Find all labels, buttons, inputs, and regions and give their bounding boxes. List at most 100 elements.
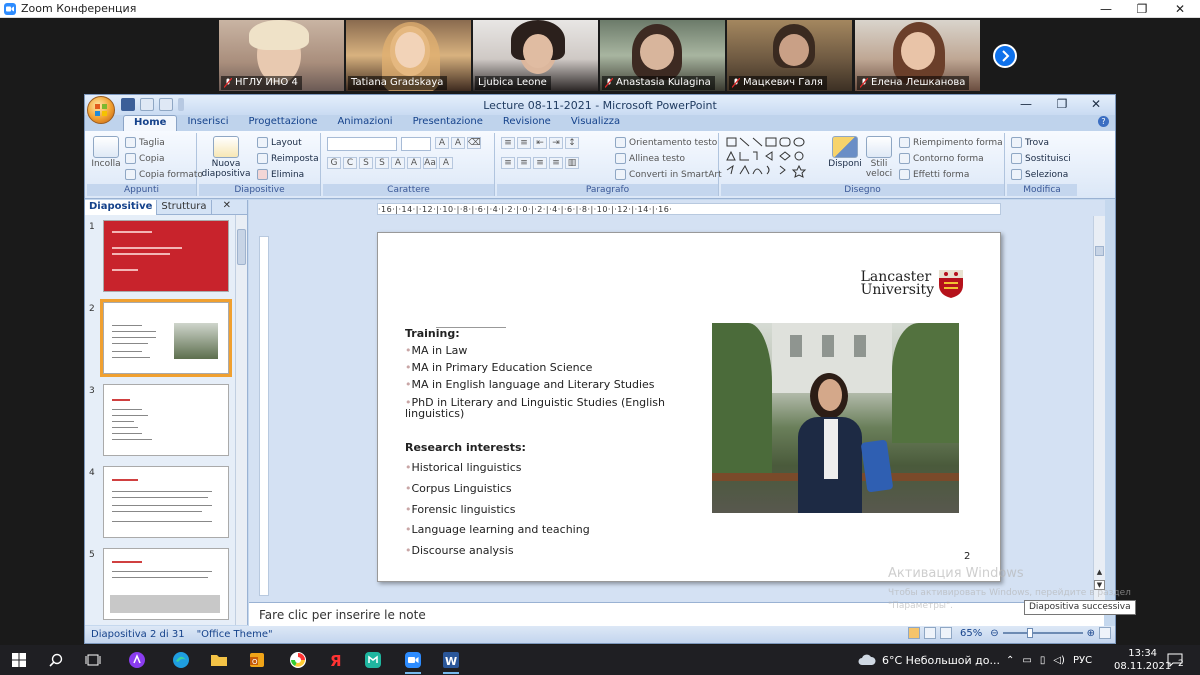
format-painter-button[interactable]: Copia formato — [125, 169, 203, 180]
shape-outline-button[interactable]: Contorno forma — [899, 153, 984, 164]
slide-thumbnail-3[interactable] — [103, 384, 229, 456]
slideshow-icon[interactable] — [939, 627, 952, 639]
tab-revisione[interactable]: Revisione — [493, 115, 561, 131]
slide-thumbnail-4[interactable] — [103, 466, 229, 538]
align-buttons[interactable]: ≡ ≡ ≡ ≡ ▥ — [501, 157, 581, 169]
slide-editor-scrollbar[interactable]: ▲ ▼ — [1093, 216, 1105, 602]
tab-inserisci[interactable]: Inserisci — [177, 115, 238, 131]
layout-button[interactable]: Layout — [257, 137, 302, 148]
list-buttons[interactable]: ≡ ≡ ⇤ ⇥ ↕ — [501, 137, 581, 149]
tab-struttura[interactable]: Struttura — [157, 200, 212, 215]
tab-home[interactable]: Home — [123, 115, 178, 131]
tab-diapositive[interactable]: Diapositive — [85, 200, 158, 215]
copy-button[interactable]: Copia — [125, 153, 165, 164]
zoom-out-icon[interactable]: ⊖ — [990, 628, 998, 639]
close-panel-icon[interactable]: ✕ — [223, 200, 231, 211]
outlook-button[interactable]: O — [246, 649, 268, 671]
task-view-button[interactable] — [82, 649, 104, 671]
panel-tabs: Diapositive Struttura ✕ — [85, 200, 247, 215]
font-size-buttons[interactable]: A A ⌫ — [435, 137, 483, 149]
network-icon[interactable]: ▭ — [1022, 655, 1031, 666]
tab-visualizza[interactable]: Visualizza — [561, 115, 630, 131]
find-button[interactable]: Trova — [1011, 137, 1049, 148]
start-button[interactable] — [8, 649, 30, 671]
ppt-restore-button[interactable]: ❐ — [1047, 97, 1077, 113]
minimize-button[interactable]: — — [1086, 0, 1126, 18]
yandex-icon: Я — [330, 652, 342, 668]
tab-progettazione[interactable]: Progettazione — [238, 115, 327, 131]
training-item: •MA in English language and Literary Stu… — [405, 378, 655, 391]
font-name-select[interactable] — [327, 137, 397, 151]
select-button[interactable]: Seleziona — [1011, 169, 1068, 180]
paste-button[interactable]: Incolla — [91, 136, 121, 169]
file-explorer-button[interactable] — [208, 649, 230, 671]
slide-thumbnail-2[interactable] — [100, 299, 232, 377]
chevron-up-icon[interactable]: ⌃ — [1006, 655, 1014, 666]
save-icon[interactable] — [121, 98, 135, 111]
fit-to-window-icon[interactable] — [1099, 627, 1111, 639]
slides-panel: Diapositive Struttura ✕ 1 2 3 4 5 — [85, 200, 248, 625]
next-participants-button[interactable] — [993, 44, 1017, 68]
ppt-minimize-button[interactable]: — — [1011, 97, 1041, 113]
notification-center-button[interactable]: 2 — [1167, 645, 1184, 675]
arrange-button[interactable]: Disponi — [828, 136, 862, 169]
zoom-taskbar-button[interactable] — [402, 649, 424, 674]
crest-icon — [939, 270, 963, 298]
tab-animazioni[interactable]: Animazioni — [327, 115, 402, 131]
text-direction-button[interactable]: Orientamento testo — [615, 137, 717, 148]
word-icon: W — [443, 652, 459, 668]
slide-sorter-icon[interactable] — [923, 627, 936, 639]
help-icon[interactable]: ? — [1098, 116, 1109, 127]
new-slide-button[interactable]: Nuova diapositiva — [202, 136, 251, 179]
slide-page-number: 2 — [964, 551, 971, 562]
ppt-close-button[interactable]: ✕ — [1081, 97, 1111, 113]
office-button[interactable] — [87, 96, 115, 124]
zoom-slider[interactable] — [1002, 628, 1083, 638]
outline-icon — [899, 153, 910, 164]
messenger-app-button[interactable] — [362, 649, 384, 671]
tab-presentazione[interactable]: Presentazione — [403, 115, 493, 131]
customize-toolbar-icon[interactable] — [178, 98, 184, 111]
video-tile-participant-5[interactable]: Мацкевич Галя — [727, 20, 852, 91]
slides-panel-scrollbar[interactable] — [235, 215, 247, 625]
normal-view-icon[interactable] — [907, 627, 920, 639]
clock[interactable]: 13:34 08.11.2021 — [1114, 645, 1171, 675]
shape-fill-button[interactable]: Riempimento forma — [899, 137, 1003, 148]
shapes-gallery[interactable] — [725, 136, 823, 178]
search-button[interactable] — [45, 649, 67, 671]
slide-thumbnail-5[interactable] — [103, 548, 229, 620]
reset-button[interactable]: Reimposta — [257, 153, 319, 164]
zoom-in-icon[interactable]: ⊕ — [1087, 628, 1095, 639]
yandex-button[interactable]: Я — [325, 649, 347, 671]
word-taskbar-button[interactable]: W — [440, 649, 462, 674]
replace-button[interactable]: Sostituisci — [1011, 153, 1071, 164]
alice-app-button[interactable] — [126, 649, 148, 671]
zoom-level[interactable]: 65% — [960, 628, 982, 639]
yandex-browser-button[interactable] — [287, 649, 309, 671]
redo-icon[interactable] — [159, 98, 173, 111]
convert-smartart-button[interactable]: Converti in SmartArt — [615, 169, 722, 180]
shape-effects-button[interactable]: Effetti forma — [899, 169, 969, 180]
video-tile-participant-6[interactable]: Елена Лешканова — [855, 20, 980, 91]
edge-browser-button[interactable] — [170, 649, 192, 671]
quick-styles-button[interactable]: Stili veloci — [863, 136, 895, 179]
svg-text:W: W — [445, 655, 457, 668]
language-indicator[interactable]: РУС — [1073, 655, 1092, 666]
align-text-button[interactable]: Allinea testo — [615, 153, 685, 164]
video-tile-participant-4[interactable]: Anastasia Kulagina — [600, 20, 725, 91]
battery-icon[interactable]: ▯ — [1040, 655, 1046, 666]
video-tile-participant-1[interactable]: НГЛУ ИНО 4 — [219, 20, 344, 91]
undo-icon[interactable] — [140, 98, 154, 111]
close-button[interactable]: ✕ — [1160, 0, 1200, 18]
slide-thumbnail-1[interactable] — [103, 220, 229, 292]
video-tile-participant-3[interactable]: Ljubica Leone — [473, 20, 598, 91]
font-size-select[interactable] — [401, 137, 431, 151]
delete-slide-button[interactable]: Elimina — [257, 169, 304, 180]
cut-button[interactable]: Taglia — [125, 137, 165, 148]
speaker-icon[interactable]: ◁) — [1053, 655, 1065, 666]
weather-widget[interactable]: 6°C Небольшой до... — [858, 645, 1000, 675]
video-tile-participant-2[interactable]: Tatiana Gradskaya — [346, 20, 471, 91]
font-style-buttons[interactable]: G C S S A A Aa A — [327, 157, 455, 169]
current-slide[interactable]: Lancaster University Training: •MA in La… — [377, 232, 1001, 582]
maximize-button[interactable]: ❐ — [1122, 0, 1162, 18]
